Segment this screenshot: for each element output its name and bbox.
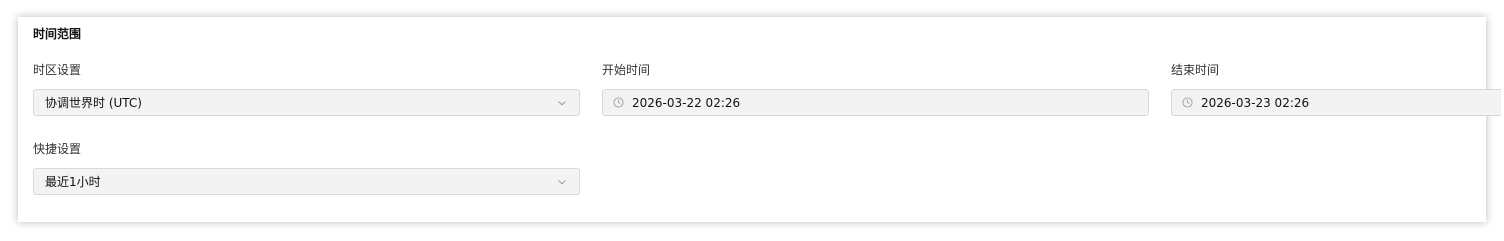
timezone-value: 协调世界时 (UTC) bbox=[45, 96, 142, 110]
start-time-label: 开始时间 bbox=[602, 63, 651, 77]
section-title: 时间范围 bbox=[33, 27, 82, 41]
start-time-picker[interactable]: 2026-03-22 02:26 bbox=[602, 89, 1149, 116]
chevron-down-icon bbox=[558, 180, 566, 185]
clock-icon bbox=[1182, 97, 1193, 108]
end-time-value: 2026-03-23 02:26 bbox=[1201, 95, 1310, 110]
timezone-label: 时区设置 bbox=[33, 63, 82, 77]
quick-setting-select[interactable]: 最近1小时 bbox=[33, 168, 580, 195]
timezone-select[interactable]: 协调世界时 (UTC) bbox=[33, 89, 580, 116]
chevron-down-icon bbox=[558, 101, 566, 106]
quick-setting-value: 最近1小时 bbox=[45, 175, 101, 189]
start-time-value: 2026-03-22 02:26 bbox=[632, 95, 741, 110]
clock-icon bbox=[613, 97, 624, 108]
end-time-label: 结束时间 bbox=[1171, 63, 1220, 77]
end-time-picker[interactable]: 2026-03-23 02:26 bbox=[1171, 89, 1501, 116]
quick-setting-label: 快捷设置 bbox=[33, 142, 82, 156]
time-range-panel: 时间范围 时区设置 协调世界时 (UTC) 开始时间 2026-03-22 02… bbox=[18, 17, 1501, 222]
